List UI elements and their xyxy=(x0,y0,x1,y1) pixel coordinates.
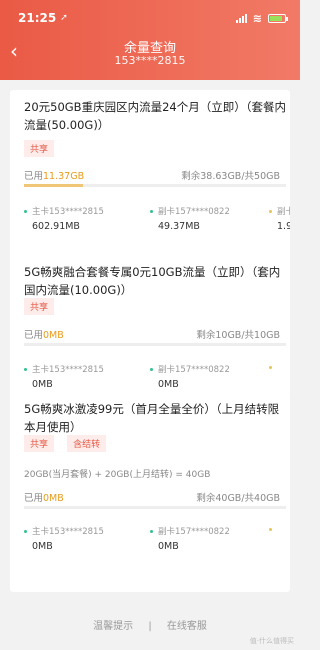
package-name: 20元50GB重庆园区内流量24个月（立即）（套餐内流量(50.00G)） xyxy=(24,100,286,132)
sub-card-main: 主卡153****2815 0MB xyxy=(24,525,144,552)
usage-progress-bar xyxy=(24,343,286,346)
tag-carryover: 含结转 xyxy=(67,435,107,452)
package-card-1: 20元50GB重庆园区内流量24个月（立即）（套餐内流量(50.00G)） 共享… xyxy=(10,90,290,260)
signal-icon xyxy=(235,13,247,23)
sub-card-secondary: 副卡157****0822 49.37MB xyxy=(150,205,270,232)
tag-list: 共享 xyxy=(24,295,62,315)
package-card-3: 5G畅爽冰激凌99元（首月全量全价）（上月结转限本月使用） 共享 含结转 20G… xyxy=(10,392,290,592)
usage-progress-bar xyxy=(24,184,286,187)
online-service-link[interactable]: 在线客服 xyxy=(167,621,207,632)
sub-card-secondary: 副卡157****0822 0MB xyxy=(150,525,270,552)
tag-shared: 共享 xyxy=(24,140,55,157)
footer-separator: | xyxy=(148,621,152,632)
page-subtitle-phone: 153****2815 xyxy=(114,54,186,67)
sub-card-third xyxy=(269,363,290,373)
watermark: 值·什么值得买 xyxy=(249,637,294,645)
package-formula: 20GB(当月套餐) + 20GB(上月结转) = 40GB xyxy=(24,470,211,480)
footer-links: 温馨提示 | 在线客服 xyxy=(0,617,300,632)
sub-card-third xyxy=(269,525,290,535)
tag-shared: 共享 xyxy=(24,298,55,315)
tips-link[interactable]: 温馨提示 xyxy=(93,621,133,632)
wifi-icon: ≋ xyxy=(252,11,262,25)
location-arrow-icon: ➚ xyxy=(60,13,68,23)
package-name: 5G畅爽冰激凌99元（首月全量全价）（上月结转限本月使用） xyxy=(24,402,280,434)
battery-icon xyxy=(268,13,288,23)
package-name: 5G畅爽融合套餐专属0元10GB流量（立即）（套内国内流量(10.00G)） xyxy=(24,265,281,297)
tag-shared: 共享 xyxy=(24,435,55,452)
used-amount: 已用0MB xyxy=(24,493,64,504)
status-time: 21:25 xyxy=(18,11,57,25)
remaining-amount: 剩余40GB/共40GB xyxy=(196,493,280,504)
remaining-amount: 剩余10GB/共10GB xyxy=(196,330,280,341)
package-card-2: 5G畅爽融合套餐专属0元10GB流量（立即）（套内国内流量(10.00G)） 共… xyxy=(10,255,290,395)
sub-card-row: 主卡153****2815 0MB 副卡157****0822 0MB xyxy=(24,363,290,391)
tag-list: 共享 xyxy=(24,137,62,157)
sub-card-secondary: 副卡157****0822 0MB xyxy=(150,363,270,390)
sub-card-row: 主卡153****2815 602.91MB 副卡157****0822 49.… xyxy=(24,205,290,233)
sub-card-row: 主卡153****2815 0MB 副卡157****0822 0MB xyxy=(24,525,290,553)
used-amount: 已用0MB xyxy=(24,330,64,341)
app-header: 21:25 ➚ ≋ ‹ 余量查询 153****2815 xyxy=(0,0,300,80)
used-amount: 已用11.37GB xyxy=(24,171,85,182)
tag-list: 共享 含结转 xyxy=(24,432,114,452)
sub-card-main: 主卡153****2815 0MB xyxy=(24,363,144,390)
usage-progress-bar xyxy=(24,506,286,509)
remaining-amount: 剩余38.63GB/共50GB xyxy=(181,171,280,182)
usage-progress-fill xyxy=(24,184,84,187)
sub-card-main: 主卡153****2815 602.91MB xyxy=(24,205,144,232)
sub-card-third: 副卡 1.94 xyxy=(269,205,290,232)
status-bar: 21:25 ➚ ≋ xyxy=(18,10,288,26)
